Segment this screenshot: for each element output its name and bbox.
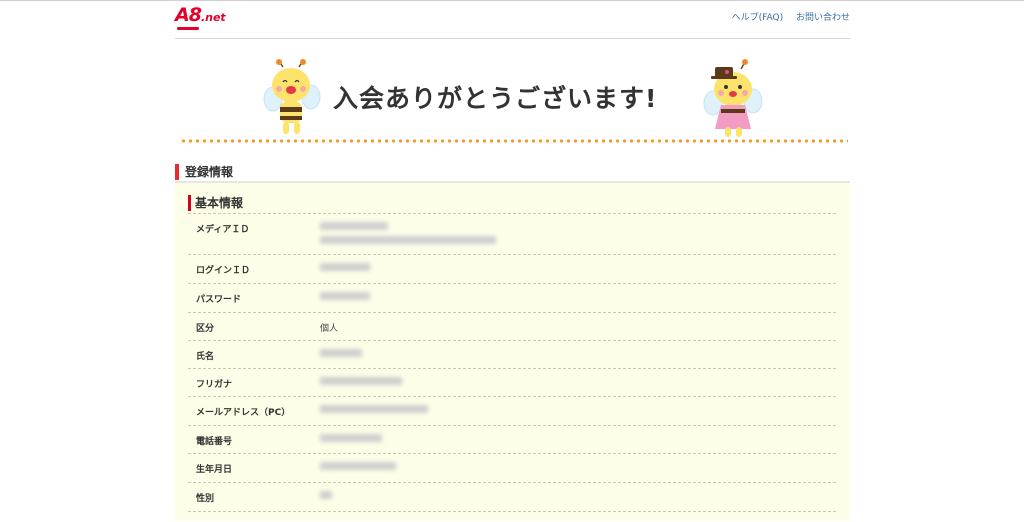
gender-value [320, 491, 332, 505]
bee-mascot-right-icon [703, 59, 763, 137]
redacted-value [320, 405, 428, 413]
row-email-pc: メールアドレス（PC） [188, 396, 836, 425]
phone-value [320, 434, 382, 448]
page-container: A8.net ヘルプ(FAQ) お問い合わせ 入会ありがとうございます! 登録情… [175, 0, 850, 521]
contact-link[interactable]: お問い合わせ [796, 13, 850, 23]
basic-info-title: 基本情報 [195, 196, 244, 210]
redacted-value [320, 349, 362, 357]
email-pc-label: メールアドレス（PC） [196, 408, 291, 418]
redacted-value [320, 222, 388, 230]
redacted-value [320, 491, 332, 499]
email-pc-value [320, 405, 428, 419]
login-id-value [320, 263, 370, 277]
row-media-id: メディアＩＤ [188, 213, 836, 254]
row-password: パスワード [188, 283, 836, 312]
password-value [320, 292, 370, 306]
gender-label: 性別 [196, 494, 215, 504]
registration-info-title: 登録情報 [185, 165, 234, 179]
name-value [320, 349, 362, 363]
logo-underline [177, 27, 199, 30]
row-next-partial [188, 511, 836, 522]
media-id-value [320, 222, 496, 250]
login-id-label: ログインＩＤ [196, 266, 251, 276]
redacted-value [320, 434, 382, 442]
subheading-accent-bar [188, 195, 191, 211]
basic-info-heading: 基本情報 [188, 193, 838, 211]
password-label: パスワード [196, 295, 242, 305]
welcome-banner: 入会ありがとうございます! [175, 39, 850, 147]
site-header: A8.net ヘルプ(FAQ) お問い合わせ [175, 0, 850, 39]
welcome-title: 入会ありがとうございます! [333, 84, 658, 113]
help-faq-link[interactable]: ヘルプ(FAQ) [732, 13, 783, 23]
a8net-logo[interactable]: A8.net [175, 4, 226, 26]
row-name: 氏名 [188, 340, 836, 369]
name-label: 氏名 [196, 352, 215, 362]
media-id-label: メディアＩＤ [196, 225, 250, 235]
phone-label: 電話番号 [196, 437, 233, 447]
bee-mascot-left-icon [263, 59, 321, 134]
row-category: 区分 個人 [188, 312, 836, 341]
row-gender: 性別 [188, 482, 836, 511]
birthdate-value [320, 462, 396, 476]
row-login-id: ログインＩＤ [188, 254, 836, 283]
redacted-value [320, 292, 370, 300]
redacted-value [320, 462, 396, 470]
row-furigana: フリガナ [188, 368, 836, 397]
category-value: 個人 [320, 324, 339, 334]
registration-info-heading: 登録情報 [175, 161, 850, 183]
header-links: ヘルプ(FAQ) お問い合わせ [722, 10, 850, 23]
redacted-value [320, 263, 370, 271]
heading-accent-bar [175, 164, 179, 180]
redacted-value [320, 236, 496, 244]
category-label: 区分 [196, 324, 215, 334]
birthdate-label: 生年月日 [196, 465, 233, 475]
furigana-value [320, 377, 402, 391]
orange-dotted-divider [180, 139, 848, 143]
redacted-value [320, 377, 402, 385]
row-phone: 電話番号 [188, 425, 836, 454]
logo-suffix-text: .net [200, 11, 226, 24]
row-birthdate: 生年月日 [188, 453, 836, 482]
furigana-label: フリガナ [196, 380, 233, 390]
basic-info-panel: 基本情報 メディアＩＤ ログインＩＤ パスワード 区分 個人 氏名 フリガナ メ… [175, 183, 850, 521]
logo-main-text: A8 [175, 4, 202, 26]
